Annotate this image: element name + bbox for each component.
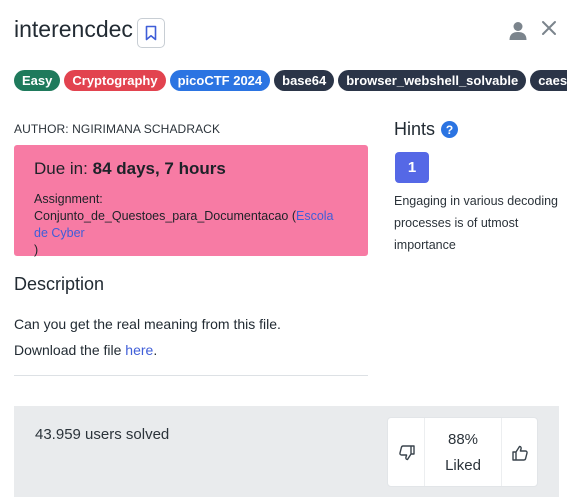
assignment-name: Conjunto_de_Questoes_para_Documentacao ( (34, 209, 296, 223)
description-line: Can you get the real meaning from this f… (14, 316, 281, 332)
liked-label: Liked (445, 457, 481, 474)
due-value: 84 days, 7 hours (92, 159, 226, 178)
solved-count: 43.959 users solved (35, 426, 170, 443)
tag-difficulty[interactable]: Easy (14, 70, 61, 91)
bookmark-button[interactable] (137, 18, 165, 48)
download-line: Download the file here. (14, 337, 281, 363)
tag-caesar[interactable]: caesar (530, 70, 567, 91)
description-body: Can you get the real meaning from this f… (14, 311, 281, 363)
assignment-info: Assignment: Conjunto_de_Questoes_para_Do… (34, 191, 348, 259)
assignment-label: Assignment: (34, 192, 103, 206)
bookmark-icon (145, 25, 157, 41)
thumbs-down-icon[interactable] (398, 444, 416, 462)
due-line: Due in: 84 days, 7 hours (34, 159, 348, 179)
download-link[interactable]: here (125, 342, 153, 358)
divider (14, 375, 368, 376)
tag-category[interactable]: Cryptography (64, 70, 166, 91)
author-label: AUTHOR: NGIRIMANA SCHADRACK (14, 122, 221, 136)
due-panel: Due in: 84 days, 7 hours Assignment: Con… (14, 145, 368, 259)
challenge-title: interencdec (14, 16, 133, 42)
download-suffix: . (153, 342, 158, 358)
like-widget: 88% Liked (387, 417, 538, 487)
hints-heading: Hints ? (394, 119, 459, 140)
stats-bar: 43.959 users solved 88% Liked (14, 406, 559, 497)
hint-1-text: Engaging in various decoding processes i… (394, 194, 559, 252)
hints-title: Hints (394, 119, 436, 139)
tag-list: Easy Cryptography picoCTF 2024 base64 br… (14, 70, 567, 91)
user-icon[interactable] (509, 21, 527, 41)
tag-browser-webshell[interactable]: browser_webshell_solvable (338, 70, 527, 91)
description-heading: Description (14, 274, 105, 294)
download-prefix: Download the file (14, 342, 126, 358)
close-icon[interactable] (541, 20, 557, 36)
liked-rate: 88% Liked (424, 418, 502, 486)
tag-base64[interactable]: base64 (274, 70, 335, 91)
hint-1-button[interactable]: 1 (395, 152, 429, 183)
liked-percent: 88% (447, 431, 479, 448)
tag-event[interactable]: picoCTF 2024 (169, 70, 271, 91)
due-prefix: Due in: (34, 159, 88, 178)
help-icon[interactable]: ? (441, 121, 459, 138)
assignment-suffix: ) (34, 243, 39, 257)
assignment-name-line: Conjunto_de_Questoes_para_Documentacao (… (34, 208, 348, 242)
thumbs-up-icon[interactable] (511, 444, 529, 462)
